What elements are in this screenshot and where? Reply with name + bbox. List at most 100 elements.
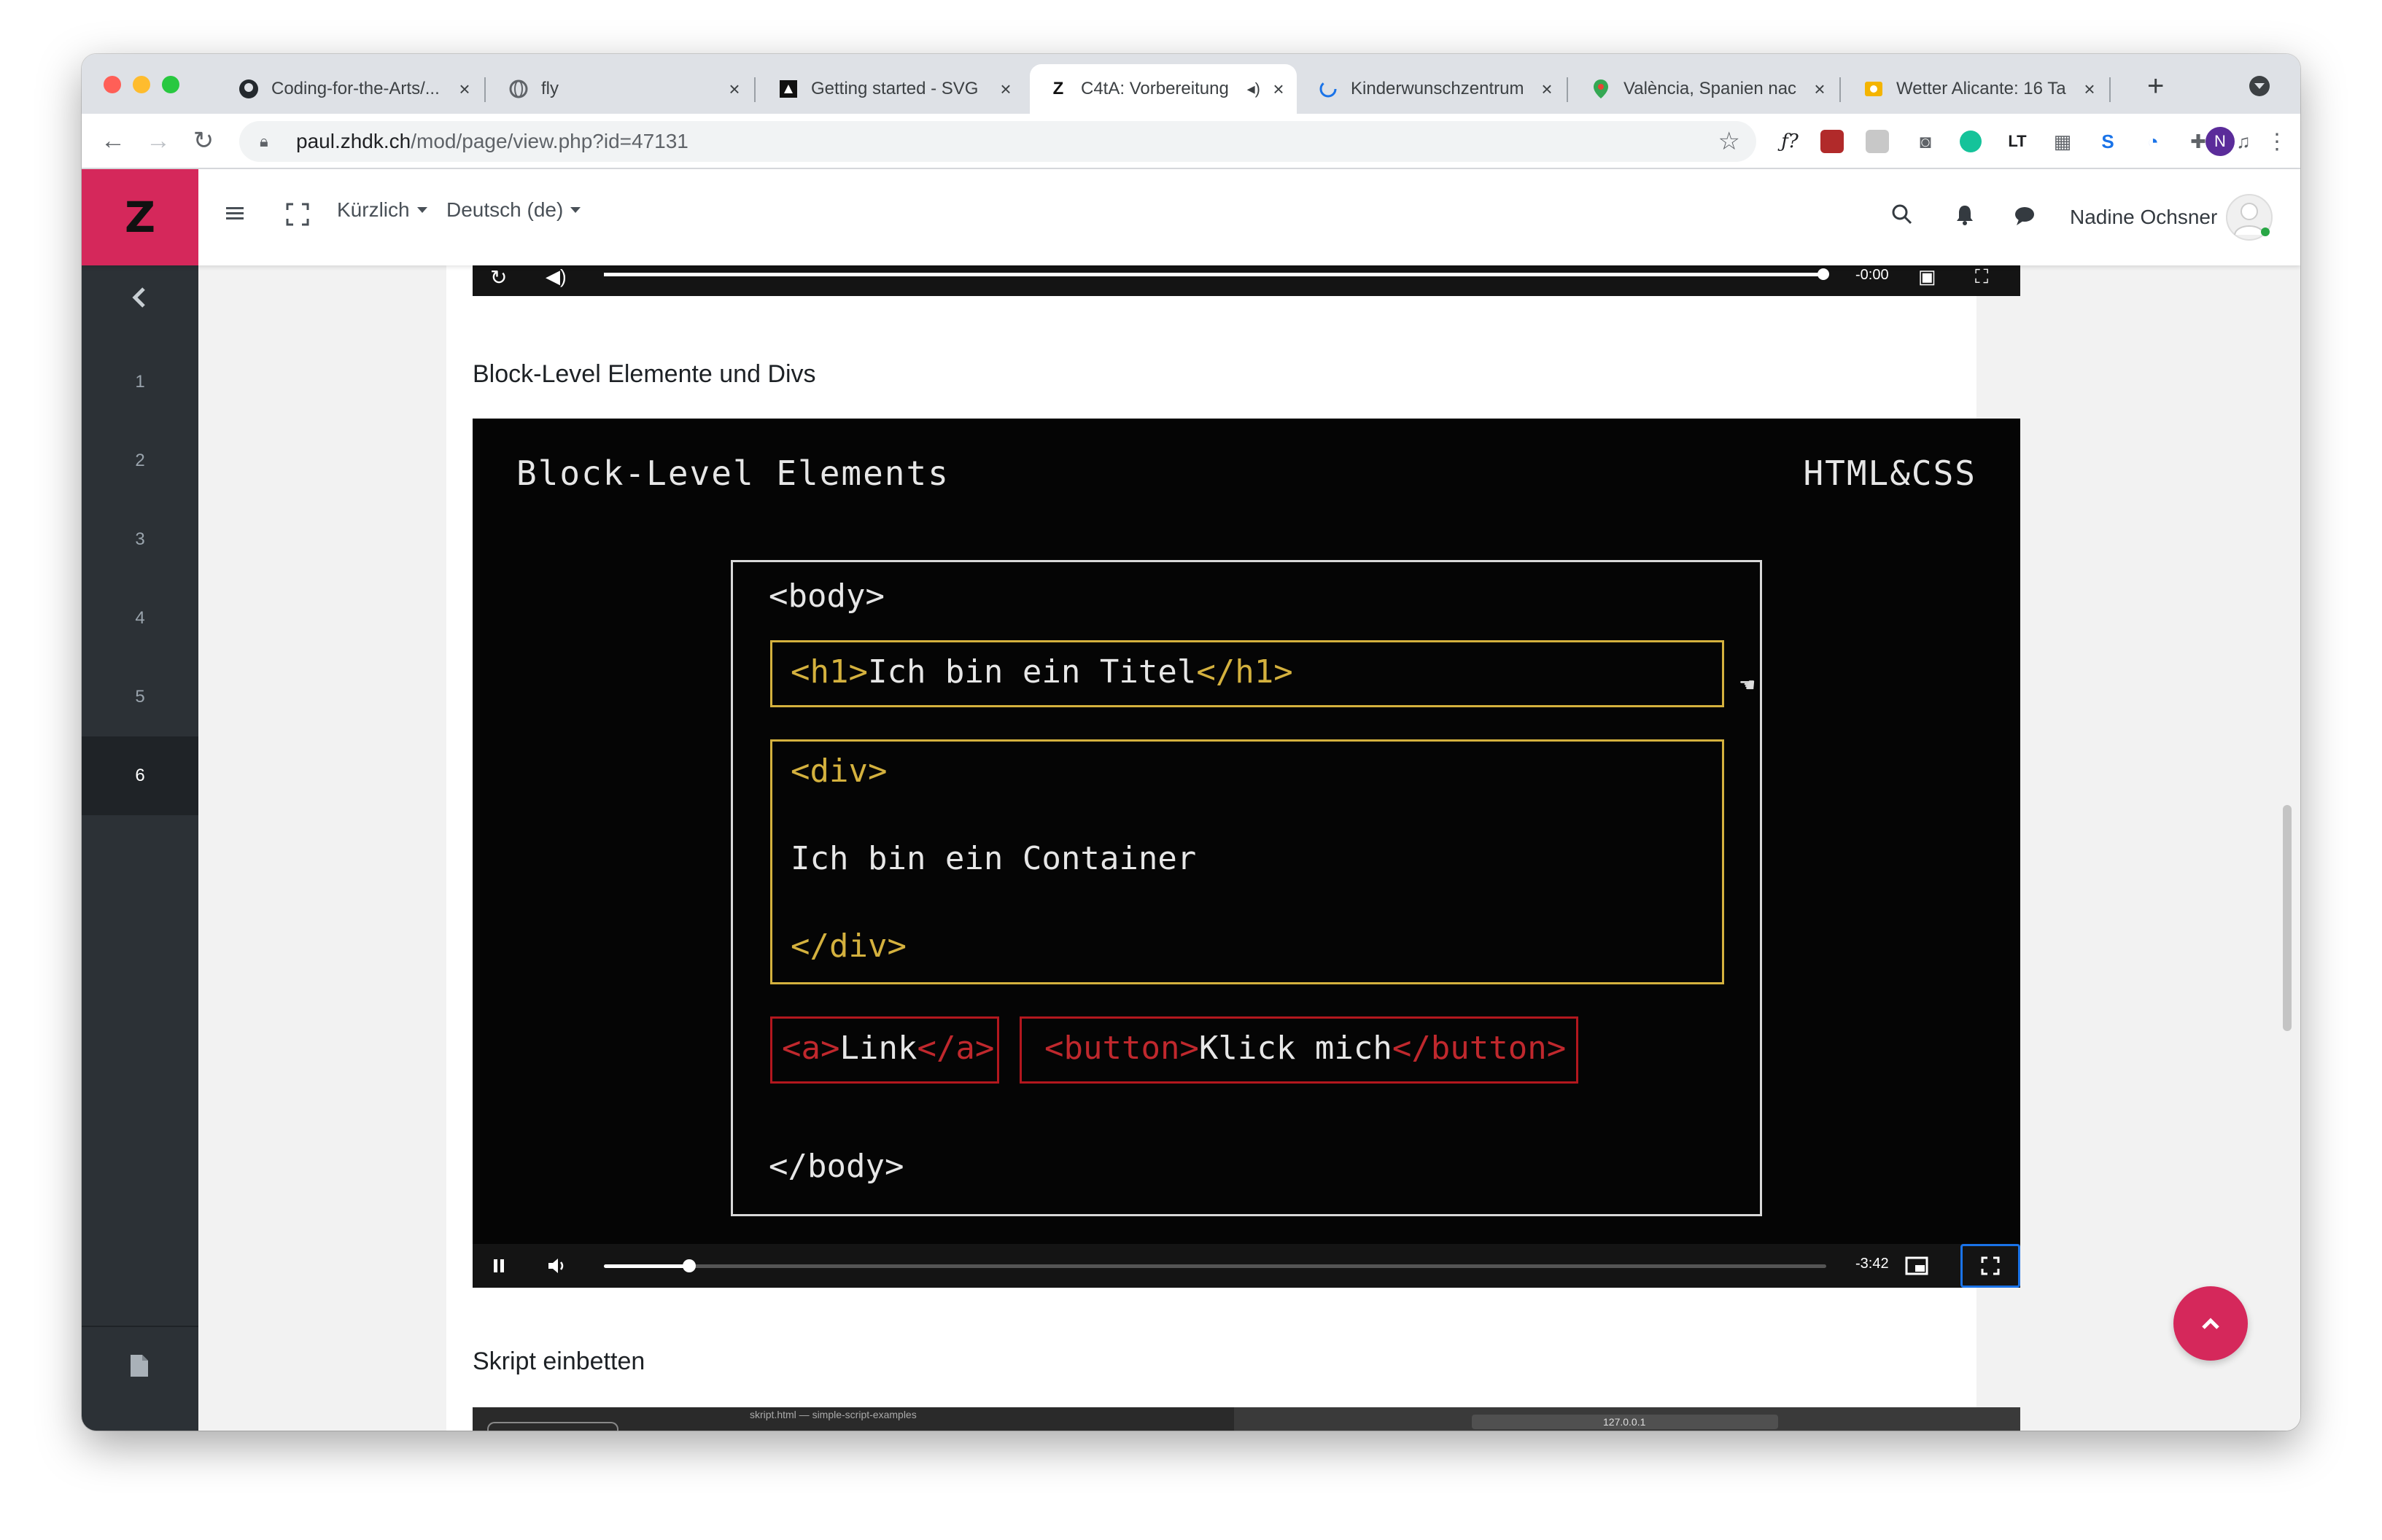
editor-title: skript.html — simple-script-examples <box>750 1409 917 1420</box>
slide-title: Block-Level Elements <box>516 454 950 493</box>
h1-line: <h1>Ich bin ein Titel</h1> <box>791 653 1293 691</box>
close-tab-icon[interactable]: × <box>454 78 476 101</box>
close-tab-icon[interactable]: × <box>1268 78 1289 101</box>
tab-c4ta[interactable]: Z C4tA: Vorbereitung ◂) × <box>1030 64 1297 114</box>
close-window-button[interactable] <box>104 76 121 93</box>
tab-title: Wetter Alicante: 16 Ta <box>1896 79 2066 98</box>
camera-icon[interactable]: ◙ <box>1911 127 1940 156</box>
profile-avatar[interactable]: N <box>2206 127 2235 156</box>
a-open-tag: <a> <box>782 1030 840 1067</box>
chat-bubble-icon <box>2015 207 2034 225</box>
languagetool-icon[interactable]: LT <box>2003 127 2032 156</box>
div-open-tag: <div> <box>791 752 888 790</box>
video-remaining-time: -3:42 <box>1855 1256 1889 1272</box>
user-avatar[interactable] <box>2226 194 2273 241</box>
hamburger-menu-button[interactable] <box>220 198 249 228</box>
chevron-down-icon <box>416 207 427 213</box>
extension-gray-icon[interactable] <box>1866 130 1889 153</box>
video-player-next[interactable]: skript.html — simple-script-examples 127… <box>473 1407 2020 1431</box>
video-progress-knob[interactable] <box>683 1259 697 1272</box>
close-tab-icon[interactable]: × <box>723 78 745 101</box>
sidebar-item-6[interactable]: 6 <box>82 736 198 815</box>
back-button[interactable]: ← <box>96 124 130 158</box>
notifications-button[interactable] <box>1953 203 1976 230</box>
volume-icon[interactable]: ◀) <box>546 265 567 288</box>
replay-icon[interactable]: ↻ <box>490 265 507 289</box>
tab-kinderwunsch[interactable]: Kinderwunschzentrum × <box>1300 64 1565 114</box>
video-progress-track[interactable] <box>604 268 1829 280</box>
close-tab-icon[interactable]: × <box>995 78 1017 101</box>
chevron-up-icon <box>2202 1318 2219 1329</box>
browser-window: Coding-for-the-Arts/... × fly × Getting … <box>82 54 2300 1431</box>
user-name[interactable]: Nadine Ochsner <box>2070 206 2217 229</box>
video-controls: -3:42 <box>473 1244 2020 1288</box>
maps-pin-icon <box>1590 78 1612 100</box>
fullscreen-icon[interactable]: ⛶ <box>1975 265 1988 289</box>
speaker-icon[interactable]: ◂) <box>1247 79 1260 98</box>
tab-title: Coding-for-the-Arts/... <box>271 79 440 98</box>
tab-title: València, Spanien nac <box>1623 79 1797 98</box>
messages-button[interactable] <box>2013 204 2036 231</box>
fullscreen-button[interactable] <box>1960 1244 2020 1288</box>
file-icon[interactable] <box>128 1353 150 1382</box>
sidebar-item-2[interactable]: 2 <box>82 421 198 500</box>
search-button[interactable] <box>1890 203 1914 230</box>
sidebar-item-4[interactable]: 4 <box>82 579 198 658</box>
pause-icon[interactable] <box>484 1253 513 1279</box>
url-path: /mod/page/view.php?id=47131 <box>411 130 688 152</box>
extension-c-icon[interactable]: ◔ <box>2138 127 2168 156</box>
video-progress-track[interactable] <box>604 1259 1826 1272</box>
maximize-window-button[interactable] <box>162 76 179 93</box>
extension-s-icon[interactable]: S <box>2093 127 2122 156</box>
sidebar-item-1[interactable]: 1 <box>82 343 198 421</box>
tab-valencia[interactable]: València, Spanien nac × <box>1572 64 1838 114</box>
language-dropdown[interactable]: Deutsch (de) <box>446 198 581 222</box>
close-tab-icon[interactable]: × <box>1536 78 1558 101</box>
tab-search-button[interactable] <box>2249 76 2270 96</box>
scroll-to-top-button[interactable] <box>2173 1286 2248 1361</box>
reload-button[interactable]: ↻ <box>187 124 220 158</box>
formula-extension-icon[interactable]: ƒ? <box>1775 127 1804 156</box>
volume-icon[interactable] <box>543 1253 572 1279</box>
video-progress-knob[interactable] <box>1817 268 1829 280</box>
picture-in-picture-icon[interactable]: ▣ <box>1918 265 1936 288</box>
slide-tag: HTML&CSS <box>1803 454 1976 493</box>
minimize-window-button[interactable] <box>133 76 150 93</box>
browser-toolbar: ← → ↻ 🔒︎ paul.zhdk.ch/mod/page/view.php?… <box>82 114 2300 169</box>
video-player-previous: ↻ ◀) -0:00 ▣ ⛶ <box>473 265 2020 296</box>
bookmark-star-icon[interactable]: ☆ <box>1718 127 1740 156</box>
weather-icon <box>1863 78 1885 100</box>
fullscreen-toggle-button[interactable] <box>283 200 312 229</box>
div-close-tag: </div> <box>791 928 907 965</box>
tab-title: C4tA: Vorbereitung <box>1081 79 1229 98</box>
page-scrollbar[interactable] <box>2283 805 2292 1031</box>
address-bar[interactable]: 🔒︎ paul.zhdk.ch/mod/page/view.php?id=471… <box>239 121 1756 162</box>
bell-icon <box>1957 206 1973 225</box>
video-player[interactable]: Block-Level Elements HTML&CSS <body> <h1… <box>473 419 2020 1288</box>
extension-tiles-icon[interactable]: ▦ <box>2048 127 2077 156</box>
close-tab-icon[interactable]: × <box>2079 78 2100 101</box>
tab-wetter[interactable]: Wetter Alicante: 16 Ta × <box>1845 64 2108 114</box>
sidebar-item-5[interactable]: 5 <box>82 658 198 736</box>
tab-strip: Coding-for-the-Arts/... × fly × Getting … <box>82 54 2300 114</box>
zhdk-logo[interactable]: Z <box>82 169 198 265</box>
arrow-left-icon: ← <box>101 126 125 155</box>
collapse-sidebar-button[interactable] <box>125 283 155 312</box>
picture-in-picture-icon[interactable] <box>1902 1253 1931 1279</box>
hand-cursor-icon: ☚ <box>1739 674 1756 696</box>
forward-button[interactable]: → <box>141 124 175 158</box>
tab-svg[interactable]: Getting started - SVG × <box>760 64 1024 114</box>
new-tab-button[interactable]: + <box>2147 70 2164 103</box>
tab-github[interactable]: Coding-for-the-Arts/... × <box>220 64 483 114</box>
recent-dropdown[interactable]: Kürzlich <box>337 198 427 222</box>
extension-red-icon[interactable] <box>1820 130 1844 153</box>
sidebar-item-3[interactable]: 3 <box>82 500 198 579</box>
section-heading-script: Skript einbetten <box>473 1348 645 1375</box>
menu-dots-icon[interactable]: ⋮ <box>2262 127 2292 156</box>
body-open-tag: <body> <box>769 578 885 615</box>
search-icon <box>1892 204 1912 225</box>
grammarly-icon[interactable] <box>1956 127 1985 156</box>
tab-fly[interactable]: fly × <box>490 64 753 114</box>
chevron-left-icon <box>132 287 145 308</box>
close-tab-icon[interactable]: × <box>1809 78 1831 101</box>
